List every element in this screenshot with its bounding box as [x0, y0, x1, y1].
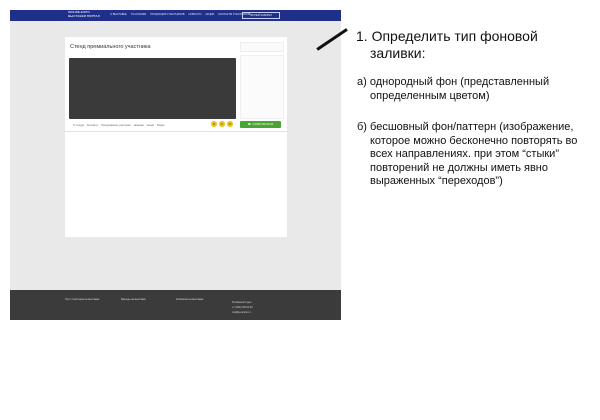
annotation-panel: 1. Определить тип фоновой заливки: а) од… [356, 28, 592, 189]
stand-tab[interactable]: Новинки [134, 124, 144, 127]
website-screenshot: ONLINE-EXPO ВЫСТАВКИ ПОРТАЛ О ВЫСТАВКЕ У… [10, 10, 341, 320]
option-a: а) однородный фон (представленный опреде… [357, 76, 550, 102]
footer-link[interactable]: Компании на выставке [176, 298, 203, 301]
footer-contact[interactable]: +7 (000) 000-00-00 [232, 306, 253, 309]
top-nav: О ВЫСТАВКЕ УЧАСТНИКИ ПРОДУКЦИЯ УЧАСТНИКО… [110, 13, 250, 16]
mail-icon[interactable]: ✉ [227, 121, 233, 127]
footer-contact[interactable]: mail@example.ru [232, 311, 253, 314]
stand-title: Стенд премиального участника [70, 44, 151, 50]
nav-item[interactable]: ПРОДУКЦИЯ УЧАСТНИКОВ [150, 13, 184, 16]
footer-contacts: Рекламный отдел +7 (000) 000-00-00 mail@… [232, 301, 253, 314]
site-header: ONLINE-EXPO ВЫСТАВКИ ПОРТАЛ О ВЫСТАВКЕ У… [10, 10, 341, 21]
stand-page: Стенд премиального участника О стенде Ко… [65, 37, 287, 237]
logo-line-2: ВЫСТАВКИ ПОРТАЛ [68, 13, 100, 18]
star-icon[interactable]: ★ [211, 121, 217, 127]
heading-line-2: заливки: [370, 45, 426, 61]
site-logo[interactable]: ONLINE-EXPO ВЫСТАВКИ ПОРТАЛ [68, 10, 100, 18]
side-widget [240, 42, 284, 52]
video-player[interactable] [69, 58, 236, 119]
content-divider [65, 131, 287, 132]
nav-item[interactable]: УЧАСТНИКИ [131, 13, 147, 16]
phone-button[interactable]: ☎ +7(000) 000-00-00 [240, 121, 281, 128]
stand-tab[interactable]: Акции [147, 124, 154, 127]
side-panel [240, 55, 284, 119]
cabinet-button[interactable]: ЛИЧНЫЙ КАБИНЕТ [242, 12, 280, 19]
heading-line-1: 1. Определить тип фоновой [356, 28, 538, 44]
nav-item[interactable]: АКЦИИ [205, 13, 214, 16]
stand-tab[interactable]: Видео [157, 124, 165, 127]
site-footer: Путь Участника на выставке Бренды на выс… [10, 290, 341, 320]
option-b: б) бесшовный фон/паттерн (изображение, к… [357, 121, 578, 187]
footer-link[interactable]: Путь Участника на выставке [65, 298, 99, 301]
annotation-heading: 1. Определить тип фоновой заливки: [356, 28, 592, 62]
nav-item[interactable]: НОВОСТИ [189, 13, 202, 16]
stand-tab[interactable]: О стенде [73, 124, 84, 127]
social-icons: ★ ✎ ✉ [211, 121, 233, 127]
nav-item[interactable]: О ВЫСТАВКЕ [110, 13, 127, 16]
footer-contact: Рекламный отдел [232, 301, 252, 304]
stand-tab[interactable]: Контакты [87, 124, 98, 127]
stand-tabs: О стенде Контакты Предложения участника … [73, 124, 165, 127]
footer-link[interactable]: Бренды на выставке [121, 298, 146, 301]
share-icon[interactable]: ✎ [219, 121, 225, 127]
phone-number: +7(000) 000-00-00 [251, 123, 274, 126]
stand-tab[interactable]: Предложения участника [101, 124, 130, 127]
